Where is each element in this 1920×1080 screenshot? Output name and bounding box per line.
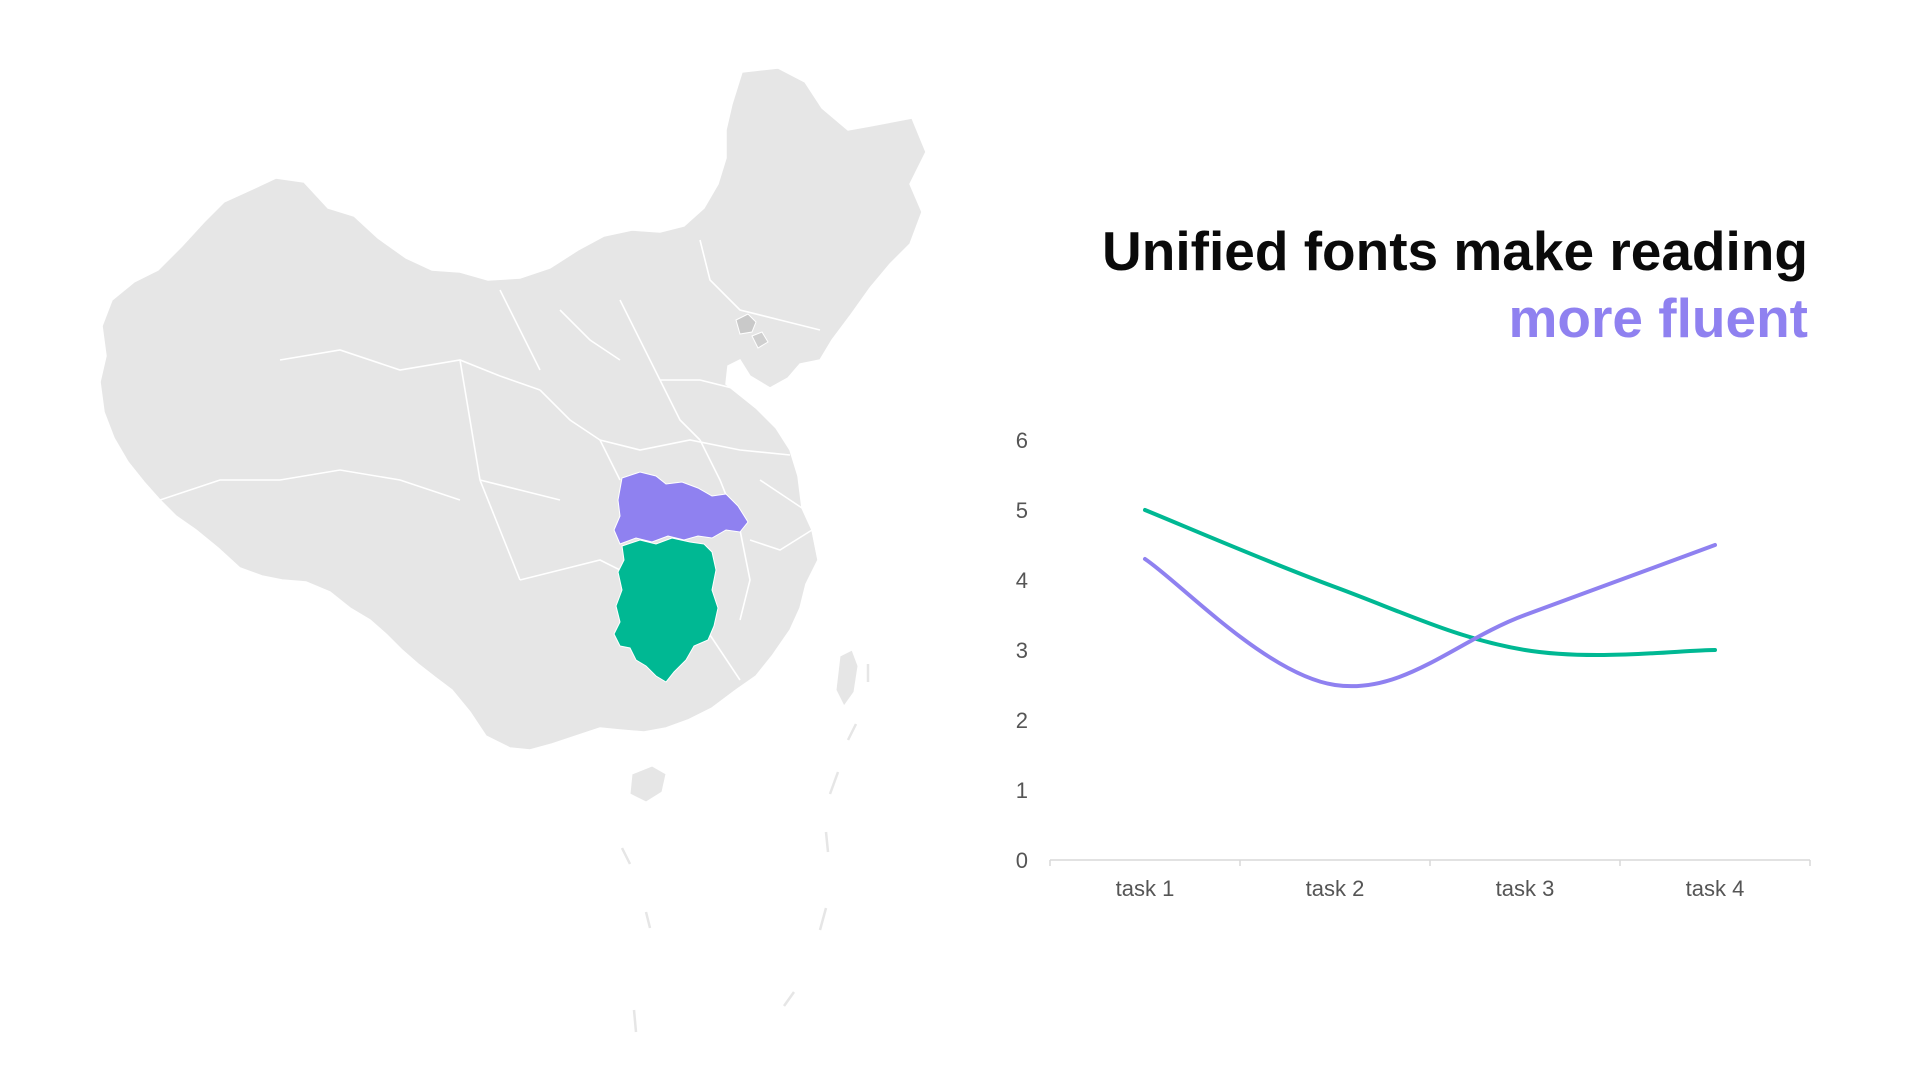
china-mainland [100, 67, 927, 751]
china-map [100, 60, 940, 1040]
x-tick-label: task 1 [1116, 876, 1175, 901]
y-tick-label: 5 [1016, 498, 1028, 523]
china-map-svg [100, 67, 927, 1033]
hainan-island [629, 765, 667, 803]
y-tick-label: 2 [1016, 708, 1028, 733]
headline: Unified fonts make reading more fluent [1102, 218, 1808, 352]
x-tick-label: task 4 [1686, 876, 1745, 901]
headline-line2: more fluent [1508, 287, 1808, 350]
series-line-1 [1143, 508, 1717, 658]
slide: Unified fonts make reading more fluent 0… [0, 0, 1920, 1080]
series-line-2 [1143, 543, 1717, 689]
y-tick-label: 0 [1016, 848, 1028, 873]
y-tick-label: 3 [1016, 638, 1028, 663]
x-tick-label: task 3 [1496, 876, 1555, 901]
map-fine-print [195, 975, 355, 988]
y-tick-label: 6 [1016, 428, 1028, 453]
headline-line1: Unified fonts make reading [1102, 220, 1808, 282]
x-tick-label: task 2 [1306, 876, 1365, 901]
taiwan-island [835, 649, 859, 707]
y-tick-label: 1 [1016, 778, 1028, 803]
y-tick-label: 4 [1016, 568, 1028, 593]
line-chart-svg: 0 1 2 3 4 5 6 task 1 task 2 task 3 task 4 [1016, 428, 1811, 901]
line-chart: 0 1 2 3 4 5 6 task 1 task 2 task 3 task 4 [990, 400, 1820, 930]
